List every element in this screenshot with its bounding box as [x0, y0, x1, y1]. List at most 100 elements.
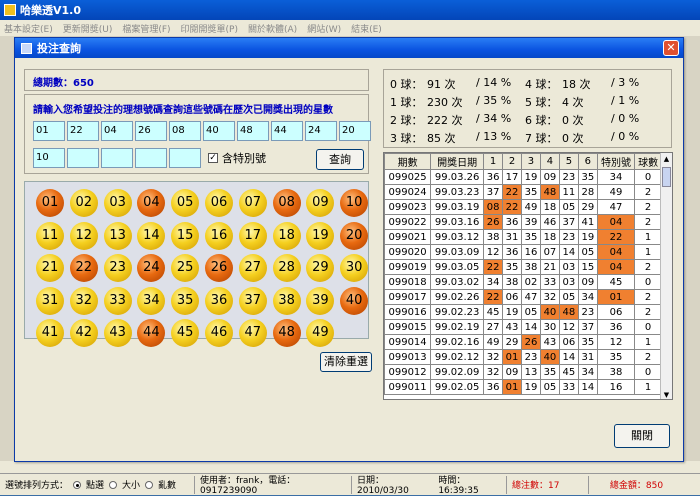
column-header[interactable]: 4: [539, 153, 560, 170]
column-header[interactable]: 開獎日期: [430, 153, 485, 170]
menu-item[interactable]: 基本設定(E): [4, 22, 53, 35]
menu-item[interactable]: 結束(E): [351, 22, 382, 35]
column-header[interactable]: 3: [521, 153, 541, 170]
ball-15[interactable]: 15: [171, 221, 200, 250]
table-cell: 26: [521, 334, 541, 350]
ball-06[interactable]: 06: [205, 189, 233, 217]
ball-39[interactable]: 39: [306, 286, 335, 315]
ball-31[interactable]: 31: [36, 286, 64, 315]
ball-16[interactable]: 16: [205, 221, 233, 250]
ball-05[interactable]: 05: [171, 189, 200, 217]
table-cell: 99.03.23: [430, 184, 485, 200]
ball-13[interactable]: 13: [103, 221, 132, 250]
menu-item[interactable]: 檔案管理(F): [122, 22, 170, 35]
ball-46[interactable]: 46: [205, 319, 233, 347]
ball-28[interactable]: 28: [272, 254, 301, 282]
ball-20[interactable]: 20: [340, 221, 369, 250]
number-input[interactable]: 08: [169, 121, 201, 141]
special-checkbox[interactable]: ✓ 含特別號: [208, 150, 266, 166]
ball-48[interactable]: 48: [272, 319, 301, 347]
ball-02[interactable]: 02: [69, 189, 98, 217]
ball-24[interactable]: 24: [137, 254, 166, 282]
ball-32[interactable]: 32: [69, 286, 98, 315]
ball-43[interactable]: 43: [103, 319, 132, 347]
column-header[interactable]: 期數: [384, 153, 432, 170]
scroll-down-icon[interactable]: ▼: [661, 389, 672, 399]
menu-item[interactable]: 印閱開獎單(P): [181, 22, 238, 35]
clear-button[interactable]: 清除重選: [320, 352, 372, 372]
table-cell: 17: [502, 169, 522, 185]
table-cell: 19: [521, 169, 541, 185]
number-input[interactable]: [135, 148, 167, 168]
number-input[interactable]: 04: [101, 121, 133, 141]
ball-27[interactable]: 27: [238, 254, 267, 282]
ball-17[interactable]: 17: [238, 221, 267, 250]
number-input[interactable]: 48: [237, 121, 269, 141]
ball-12[interactable]: 12: [69, 221, 98, 250]
ball-38[interactable]: 38: [272, 286, 301, 315]
ball-14[interactable]: 14: [137, 221, 166, 250]
table-scrollbar[interactable]: ▲ ▼: [660, 153, 672, 399]
column-header[interactable]: 5: [558, 153, 579, 170]
number-input[interactable]: 40: [203, 121, 235, 141]
ball-04[interactable]: 04: [137, 189, 166, 217]
ball-26[interactable]: 26: [205, 254, 233, 282]
ball-36[interactable]: 36: [205, 286, 233, 315]
number-input[interactable]: [67, 148, 99, 168]
ball-40[interactable]: 40: [340, 286, 369, 315]
radio-random[interactable]: [145, 480, 154, 489]
ball-30[interactable]: 30: [340, 254, 369, 282]
ball-42[interactable]: 42: [69, 319, 98, 347]
ball-18[interactable]: 18: [272, 221, 301, 250]
ball-10[interactable]: 10: [340, 189, 369, 217]
menu-item[interactable]: 網站(W): [307, 22, 341, 35]
close-button[interactable]: 關閉: [614, 424, 670, 448]
ball-01[interactable]: 01: [36, 189, 64, 217]
query-button[interactable]: 查詢: [316, 149, 364, 170]
number-input[interactable]: 26: [135, 121, 167, 141]
menu-item[interactable]: 關於軟體(A): [248, 22, 297, 35]
scroll-up-icon[interactable]: ▲: [661, 153, 672, 165]
ball-41[interactable]: 41: [36, 319, 64, 347]
number-input[interactable]: 22: [67, 121, 99, 141]
ball-23[interactable]: 23: [103, 254, 132, 282]
menu-item[interactable]: 更新開獎(U): [63, 22, 113, 35]
results-table[interactable]: 期數 開獎日期 1 2 3 4 5 6 特別號 球數 099025 99.03.26 36 17 19 09 2…: [383, 152, 673, 400]
radio-size[interactable]: [109, 480, 118, 489]
scroll-thumb[interactable]: [662, 167, 671, 187]
ball-03[interactable]: 03: [103, 189, 132, 217]
column-header[interactable]: 球數: [634, 153, 662, 170]
column-header[interactable]: 2: [502, 153, 522, 170]
ball-08[interactable]: 08: [272, 189, 301, 217]
number-input[interactable]: 44: [271, 121, 303, 141]
ball-25[interactable]: 25: [171, 254, 200, 282]
table-cell: 19: [577, 229, 598, 245]
ball-37[interactable]: 37: [238, 286, 267, 315]
number-input[interactable]: [101, 148, 133, 168]
stat-count: 0 次: [562, 114, 584, 127]
number-input[interactable]: 10: [33, 148, 65, 168]
close-icon[interactable]: ✕: [663, 40, 679, 56]
column-header[interactable]: 1: [483, 153, 504, 170]
ball-19[interactable]: 19: [306, 221, 335, 250]
number-input[interactable]: [169, 148, 201, 168]
number-input[interactable]: 20: [339, 121, 371, 141]
ball-47[interactable]: 47: [238, 319, 267, 347]
date-text: 日期：2010/03/30: [357, 476, 409, 496]
ball-45[interactable]: 45: [171, 319, 200, 347]
ball-34[interactable]: 34: [137, 286, 166, 315]
ball-35[interactable]: 35: [171, 286, 200, 315]
column-header[interactable]: 特別號: [596, 153, 636, 170]
number-input[interactable]: 24: [305, 121, 337, 141]
ball-07[interactable]: 07: [238, 189, 267, 217]
ball-11[interactable]: 11: [36, 221, 64, 250]
ball-29[interactable]: 29: [306, 254, 335, 282]
ball-22[interactable]: 22: [69, 254, 98, 282]
number-input[interactable]: 01: [33, 121, 65, 141]
ball-09[interactable]: 09: [306, 189, 335, 217]
table-cell: 34: [483, 274, 504, 290]
radio-click[interactable]: [73, 480, 82, 489]
ball-21[interactable]: 21: [36, 254, 64, 282]
column-header[interactable]: 6: [577, 153, 598, 170]
ball-33[interactable]: 33: [103, 286, 132, 315]
